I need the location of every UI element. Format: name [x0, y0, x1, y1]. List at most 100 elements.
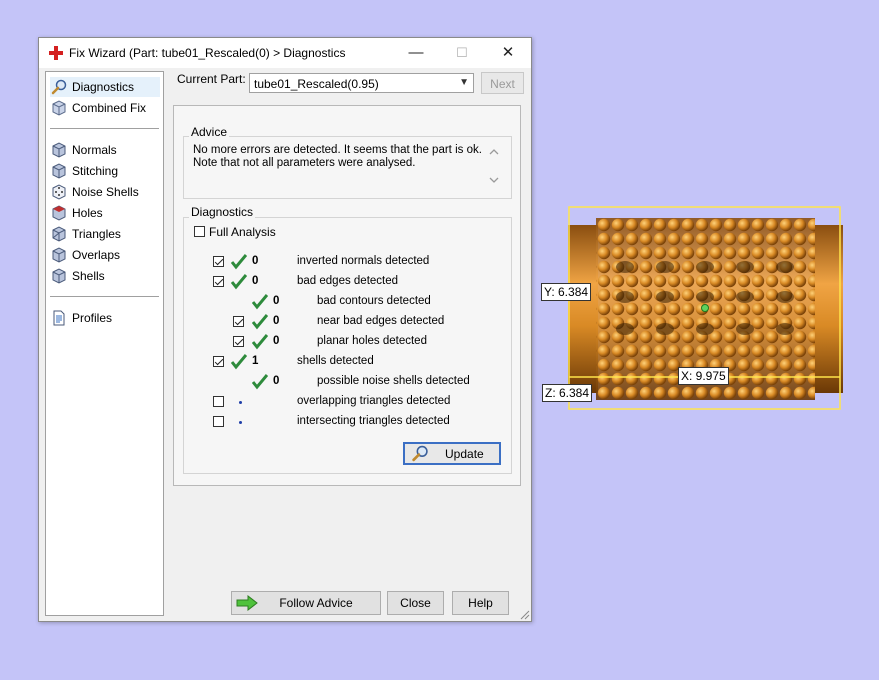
inverted-normals-checkbox[interactable]	[213, 256, 224, 267]
sidebar-item-normals[interactable]: Normals	[50, 140, 160, 160]
window-title: Fix Wizard (Part: tube01_Rescaled(0) > D…	[69, 46, 346, 60]
advice-text: No more errors are detected. It seems th…	[193, 144, 483, 170]
current-part-value: tube01_Rescaled(0.95)	[254, 77, 379, 91]
row-count: 0	[252, 275, 259, 287]
close-button[interactable]: Close	[387, 591, 444, 615]
row-label: inverted normals detected	[297, 255, 430, 267]
sidebar-item-label: Diagnostics	[72, 80, 135, 94]
dimension-x-label: X: 9.975	[678, 367, 729, 385]
sidebar-item-triangles[interactable]: Triangles	[50, 224, 160, 244]
sidebar-item-label: Profiles	[72, 311, 113, 325]
advice-title: Advice	[189, 125, 230, 139]
sidebar-item-label: Noise Shells	[72, 185, 139, 199]
sidebar: Diagnostics Combined Fix Normals Stitchi…	[45, 71, 164, 616]
sidebar-divider	[50, 296, 159, 297]
sidebar-item-label: Shells	[72, 269, 105, 283]
sidebar-item-label: Triangles	[72, 227, 121, 241]
center-marker	[701, 304, 709, 312]
advice-line: No more errors are detected. It seems th…	[193, 144, 482, 156]
maximize-button[interactable]: ☐	[439, 38, 485, 68]
current-part-label: Current Part:	[177, 72, 246, 86]
update-button[interactable]: Update	[403, 442, 501, 465]
sidebar-item-noise-shells[interactable]: Noise Shells	[50, 182, 160, 202]
green-check-icon	[231, 254, 247, 270]
scroll-arrows-icon	[489, 149, 499, 183]
row-count: 0	[273, 335, 280, 347]
cube-icon	[52, 205, 66, 221]
advice-scrollbar[interactable]	[486, 143, 502, 189]
sidebar-item-shells[interactable]: Shells	[50, 266, 160, 286]
next-button[interactable]: Next	[481, 72, 524, 94]
sidebar-divider	[50, 128, 159, 129]
diagnostics-title: Diagnostics	[189, 205, 256, 219]
sidebar-item-label: Stitching	[72, 164, 119, 178]
full-analysis-checkbox[interactable]	[194, 226, 205, 237]
green-check-icon	[231, 274, 247, 290]
sidebar-item-combined-fix[interactable]: Combined Fix	[50, 98, 160, 118]
cube-icon	[52, 100, 66, 116]
row-count: 1	[252, 355, 259, 367]
help-button[interactable]: Help	[452, 591, 509, 615]
green-check-icon	[252, 314, 268, 330]
row-label: near bad edges detected	[317, 315, 445, 327]
green-check-icon	[231, 354, 247, 370]
current-part-select[interactable]: tube01_Rescaled(0.95) ▼	[249, 73, 474, 93]
sidebar-item-label: Holes	[72, 206, 103, 220]
dimension-y-label: Y: 6.384	[541, 283, 592, 301]
cube-icon	[52, 142, 66, 158]
title-bar[interactable]: Fix Wizard (Part: tube01_Rescaled(0) > D…	[39, 38, 531, 68]
planar-holes-checkbox[interactable]	[233, 336, 244, 347]
arrow-right-icon	[236, 595, 258, 611]
green-check-icon	[252, 334, 268, 350]
document-icon	[53, 310, 65, 326]
sidebar-item-label: Combined Fix	[72, 101, 147, 115]
row-label: bad contours detected	[317, 295, 431, 307]
advice-line: Note that not all parameters were analys…	[193, 157, 416, 169]
chevron-down-icon: ▼	[459, 77, 469, 88]
part-end-cap-right	[813, 225, 843, 393]
follow-advice-button[interactable]: Follow Advice	[231, 591, 381, 615]
fix-wizard-window: Fix Wizard (Part: tube01_Rescaled(0) > D…	[38, 37, 532, 622]
dimension-z-label: Z: 6.384	[542, 384, 593, 402]
magnifier-icon	[412, 445, 428, 462]
magnifier-icon	[51, 79, 67, 95]
red-cross-icon	[49, 46, 63, 60]
cube-icon	[52, 163, 66, 179]
row-label: bad edges detected	[297, 275, 399, 287]
row-count: 0	[252, 255, 259, 267]
close-window-button[interactable]: ✕	[485, 38, 531, 68]
sidebar-item-stitching[interactable]: Stitching	[50, 161, 160, 181]
sidebar-item-overlaps[interactable]: Overlaps	[50, 245, 160, 265]
sidebar-item-label: Overlaps	[72, 248, 121, 262]
sidebar-item-label: Normals	[72, 143, 117, 157]
sidebar-item-diagnostics[interactable]: Diagnostics	[50, 77, 160, 97]
resize-grip-icon[interactable]	[519, 609, 530, 620]
green-check-icon	[252, 374, 268, 390]
row-count: 0	[273, 375, 280, 387]
full-analysis-label: Full Analysis	[209, 225, 276, 239]
shells-checkbox[interactable]	[213, 356, 224, 367]
row-label: intersecting triangles detected	[297, 415, 450, 427]
cube-icon	[52, 226, 66, 242]
follow-advice-label: Follow Advice	[279, 596, 353, 610]
part-end-cap-left	[568, 225, 598, 393]
cube-icon	[52, 247, 66, 263]
row-label: planar holes detected	[317, 335, 427, 347]
row-label: shells detected	[297, 355, 374, 367]
status-dot-icon	[239, 401, 242, 404]
row-label: overlapping triangles detected	[297, 395, 451, 407]
status-dot-icon	[239, 421, 242, 424]
overlapping-triangles-checkbox[interactable]	[213, 396, 224, 407]
sidebar-item-holes[interactable]: Holes	[50, 203, 160, 223]
minimize-button[interactable]: —	[393, 38, 439, 68]
bad-edges-checkbox[interactable]	[213, 276, 224, 287]
intersecting-triangles-checkbox[interactable]	[213, 416, 224, 427]
row-label: possible noise shells detected	[317, 375, 470, 387]
row-count: 0	[273, 315, 280, 327]
dice-icon	[52, 184, 66, 200]
cube-icon	[52, 268, 66, 284]
row-count: 0	[273, 295, 280, 307]
near-bad-edges-checkbox[interactable]	[233, 316, 244, 327]
update-label: Update	[445, 447, 484, 461]
sidebar-item-profiles[interactable]: Profiles	[50, 308, 160, 328]
